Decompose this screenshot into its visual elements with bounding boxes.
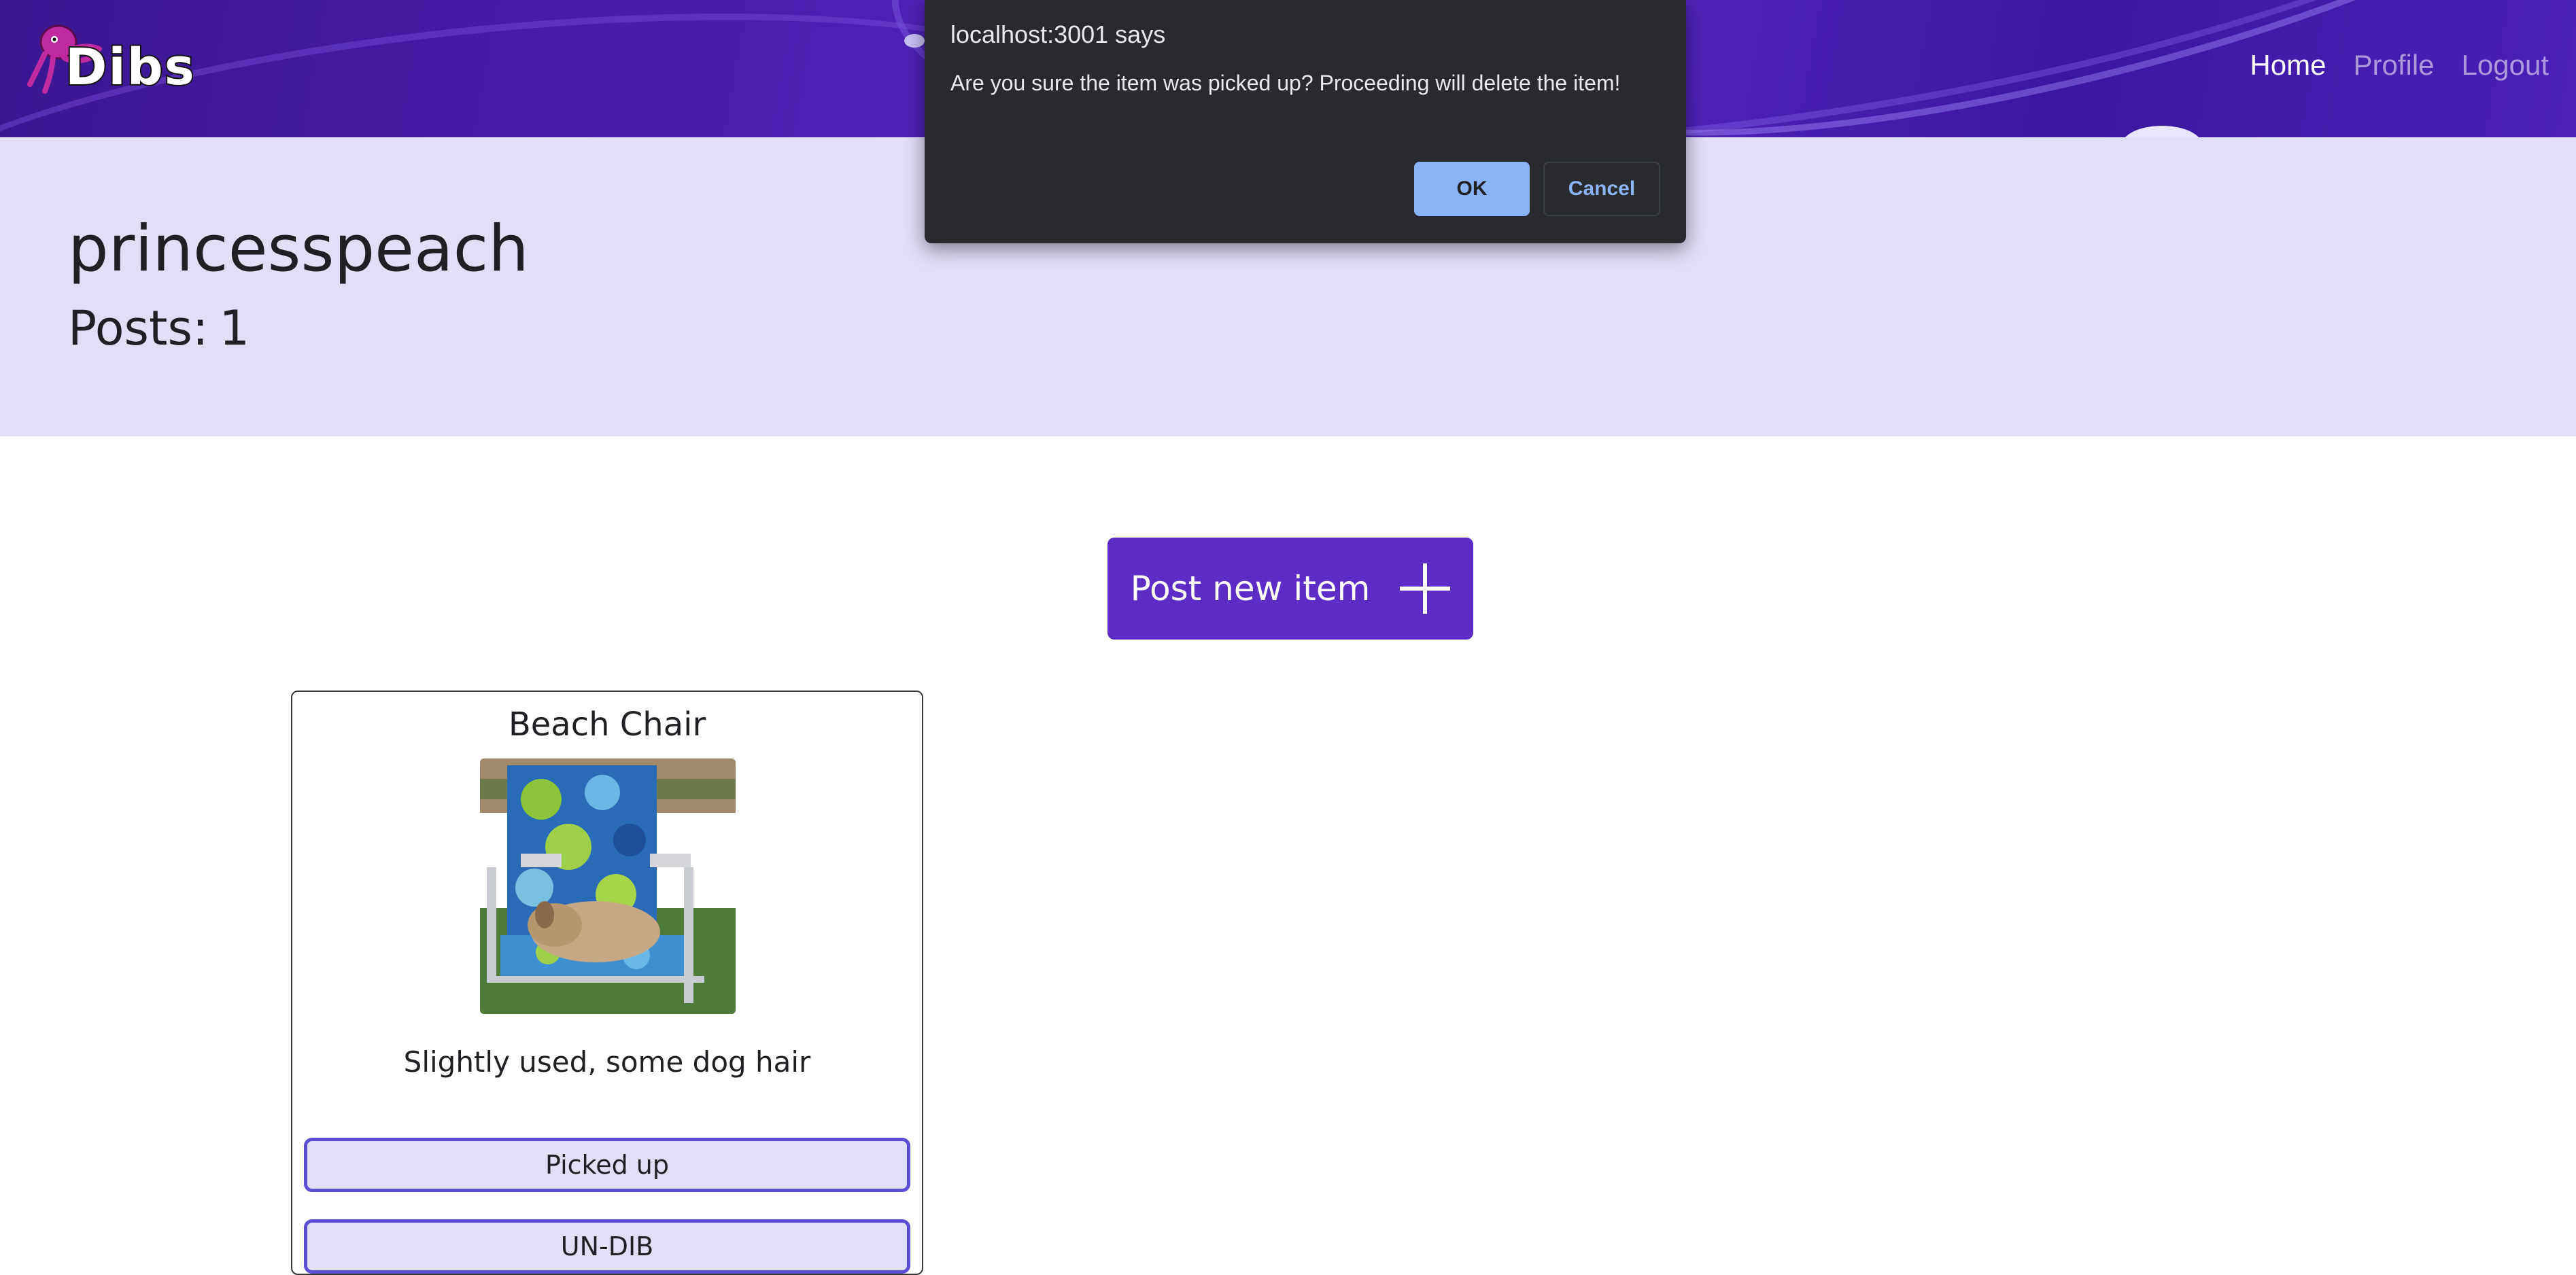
profile-username: princesspeach [68, 212, 529, 286]
dialog-cancel-button[interactable]: Cancel [1543, 162, 1660, 216]
item-title: Beach Chair [508, 705, 706, 744]
undib-button[interactable]: UN-DIB [304, 1219, 910, 1274]
dialog-ok-button[interactable]: OK [1414, 162, 1530, 216]
post-new-item-button[interactable]: Post new item [1107, 538, 1473, 640]
picked-up-button[interactable]: Picked up [304, 1138, 910, 1192]
plus-icon [1400, 563, 1451, 614]
item-description: Slightly used, some dog hair [403, 1045, 811, 1079]
confirm-dialog: localhost:3001 says Are you sure the ite… [925, 0, 1686, 243]
dog-on-beach-chair-photo [480, 758, 736, 1014]
dialog-title: localhost:3001 says [950, 20, 1166, 48]
nav-links: Home Profile Logout [2250, 49, 2549, 82]
item-card: Beach Chair Slightly used, some dog hair… [291, 691, 923, 1275]
posts-count: Posts: 1 [68, 300, 250, 356]
nav-link-profile[interactable]: Profile [2353, 49, 2434, 82]
navbar-decoration [2121, 126, 2203, 137]
logo-text: Dibs [64, 38, 196, 97]
navbar-decoration [904, 34, 925, 48]
post-new-item-label: Post new item [1130, 569, 1371, 608]
dibs-logo[interactable]: Dibs [24, 16, 196, 98]
item-image [480, 758, 736, 1014]
posts-count-value: 1 [219, 300, 250, 356]
nav-link-logout[interactable]: Logout [2462, 49, 2549, 82]
dialog-message: Are you sure the item was picked up? Pro… [950, 71, 1621, 95]
posts-label: Posts: [68, 300, 209, 356]
nav-link-home[interactable]: Home [2250, 49, 2326, 82]
